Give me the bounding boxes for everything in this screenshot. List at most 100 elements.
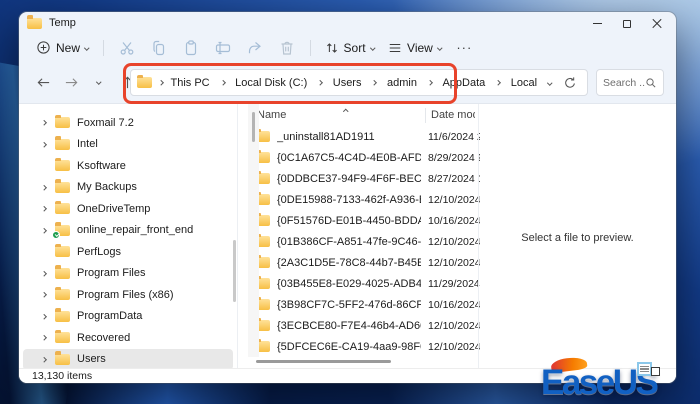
sidebar-folder-item[interactable]: Program Files xyxy=(23,263,233,285)
rename-button[interactable] xyxy=(208,37,238,59)
close-button[interactable] xyxy=(642,14,672,33)
file-row[interactable]: {3ECBCE80-F7E4-46b4-AD60-1C0B0E7DF... 12… xyxy=(238,315,480,336)
file-row[interactable]: {5DFCEC6E-CA19-4aa9-98F0-2D7ED8C9F... 12… xyxy=(238,336,480,357)
breadcrumb-segment[interactable]: This PC xyxy=(169,76,212,90)
folder-icon xyxy=(55,351,70,365)
sidebar-folder-item[interactable]: PerfLogs xyxy=(23,241,233,263)
search-box[interactable] xyxy=(596,69,664,96)
refresh-button[interactable] xyxy=(563,76,577,90)
folder-icon xyxy=(27,15,42,29)
expand-chevron-icon[interactable] xyxy=(41,292,47,298)
minimize-button[interactable] xyxy=(582,14,612,33)
sidebar-folder-item[interactable]: OneDriveTemp xyxy=(23,198,233,220)
address-input[interactable]: This PC Local Disk (C:) Users admin AppData L… xyxy=(130,69,588,96)
paste-button[interactable] xyxy=(176,37,206,59)
share-icon xyxy=(248,41,261,53)
copy-icon xyxy=(152,40,164,55)
maximize-button[interactable] xyxy=(612,14,642,33)
preview-message: Select a file to preview. xyxy=(521,232,634,244)
tab-temp[interactable]: Temp xyxy=(27,15,76,29)
file-date-modified: 8/29/2024 9 xyxy=(428,151,480,164)
expand-chevron-icon[interactable] xyxy=(41,141,47,147)
sidebar-folder-item[interactable]: Program Files (x86) xyxy=(23,284,233,306)
file-row[interactable]: {0DDBCE37-94F9-4F6F-BEC7-7446FFA626... 8… xyxy=(238,168,480,189)
tab-bar: Temp xyxy=(19,12,676,34)
recent-locations-button[interactable] xyxy=(86,69,112,95)
expand-chevron-icon[interactable] xyxy=(41,227,47,233)
breadcrumb-segment[interactable]: admin xyxy=(385,76,419,90)
expand-chevron-icon[interactable] xyxy=(41,356,47,362)
vertical-scrollbar[interactable] xyxy=(248,104,259,357)
file-name: {3ECBCE80-F7E4-46b4-AD60-1C0B0E7DF... xyxy=(277,319,421,332)
sidebar-item-label: Users xyxy=(77,353,106,366)
share-button[interactable] xyxy=(240,37,270,59)
breadcrumb-segment[interactable]: Local xyxy=(509,76,539,90)
breadcrumb-segment[interactable]: Local Disk (C:) xyxy=(233,76,309,90)
column-header-name[interactable]: Name xyxy=(257,109,286,121)
file-row[interactable]: {0DE15988-7133-462f-A936-B4B1AE355402} 1… xyxy=(238,189,480,210)
sidebar-folder-item[interactable]: Foxmail 7.2 xyxy=(23,112,233,134)
file-date-modified: 11/6/2024 2 xyxy=(428,130,480,143)
content-area: Foxmail 7.2 Intel Ksoftware My Backups O… xyxy=(19,104,676,368)
preview-pane: Select a file to preview. xyxy=(478,104,676,368)
sidebar-folder-item[interactable]: Recovered xyxy=(23,327,233,349)
expand-chevron-icon[interactable] xyxy=(41,335,47,341)
sidebar-folder-item[interactable]: online_repair_front_end xyxy=(23,220,233,242)
minimize-icon xyxy=(592,23,602,24)
file-row[interactable]: {0F51576D-E01B-4450-BDDA-E0A759772... 10… xyxy=(238,210,480,231)
column-divider[interactable] xyxy=(425,108,426,123)
breadcrumb-chevron-icon xyxy=(371,80,377,85)
file-name: {3B98CF7C-5FF2-476d-86CF-6A763B4D56... xyxy=(277,298,421,311)
file-date-modified: 10/16/2024 xyxy=(428,214,480,227)
sidebar-scrollbar[interactable] xyxy=(233,240,236,302)
file-row[interactable]: {2A3C1D5E-78C8-44b7-B45E-1631F63D5... 12… xyxy=(238,252,480,273)
file-date-modified: 11/29/2024 xyxy=(428,277,480,290)
file-row[interactable]: {3B98CF7C-5FF2-476d-86CF-6A763B4D56... 1… xyxy=(238,294,480,315)
sidebar-folder-item[interactable]: My Backups xyxy=(23,177,233,199)
folder-icon xyxy=(55,243,70,258)
file-name: {0F51576D-E01B-4450-BDDA-E0A759772... xyxy=(277,214,421,227)
address-dropdown-icon[interactable] xyxy=(546,80,552,85)
expand-chevron-icon[interactable] xyxy=(41,313,47,319)
sidebar-folder-item[interactable]: Intel xyxy=(23,134,233,156)
expand-chevron-icon[interactable] xyxy=(41,206,47,212)
column-header-date-modified[interactable]: Date modif xyxy=(431,109,475,121)
file-name: {2A3C1D5E-78C8-44b7-B45E-1631F63D5... xyxy=(277,256,421,269)
horizontal-scrollbar[interactable] xyxy=(256,360,391,363)
expand-chevron-icon[interactable] xyxy=(41,184,47,190)
sidebar-item-label: Intel xyxy=(77,138,98,151)
file-row[interactable]: {01B386CF-A851-47fe-9C46-58C8CC7A97... 1… xyxy=(238,231,480,252)
view-button[interactable]: View xyxy=(381,37,448,59)
file-row[interactable]: {03B455E8-E029-4025-ADB4-F9720EBAF8... 1… xyxy=(238,273,480,294)
file-date-modified: 12/10/2024 xyxy=(428,193,480,206)
expand-chevron-icon[interactable] xyxy=(41,270,47,276)
sidebar-item-label: online_repair_front_end xyxy=(77,224,194,237)
file-row[interactable]: _uninstall81AD1911 11/6/2024 2 xyxy=(238,126,480,147)
copy-button[interactable] xyxy=(144,37,174,59)
forward-button[interactable] xyxy=(58,69,84,95)
sort-button[interactable]: Sort xyxy=(318,37,382,59)
view-button-label: View xyxy=(407,40,433,55)
sidebar-folder-item[interactable]: Users xyxy=(23,348,233,368)
folder-icon xyxy=(55,136,70,150)
expand-chevron-icon[interactable] xyxy=(41,120,47,126)
file-row[interactable]: {0C1A67C5-4C4D-4E0B-AFDD-0999EB355... 8/… xyxy=(238,147,480,168)
search-input[interactable] xyxy=(603,76,645,89)
sidebar-item-label: Program Files (x86) xyxy=(77,288,174,301)
scrollbar-thumb[interactable] xyxy=(252,112,255,142)
sidebar-item-label: ProgramData xyxy=(77,310,143,323)
command-toolbar: New Sort View ··· xyxy=(19,34,676,61)
cut-button[interactable] xyxy=(112,37,142,59)
breadcrumb-segment[interactable]: Users xyxy=(331,76,364,90)
sidebar-folder-item[interactable]: Ksoftware xyxy=(23,155,233,177)
sidebar-folder-item[interactable]: ProgramData xyxy=(23,306,233,328)
breadcrumb-segment[interactable]: AppData xyxy=(440,76,487,90)
folder-icon xyxy=(55,286,70,301)
folder-icon xyxy=(52,222,70,239)
breadcrumb-chevron-icon xyxy=(317,80,323,85)
new-button[interactable]: New xyxy=(29,36,96,59)
more-options-button[interactable]: ··· xyxy=(448,40,480,55)
sidebar-item-label: My Backups xyxy=(77,181,137,194)
delete-button[interactable] xyxy=(272,37,302,59)
back-button[interactable] xyxy=(30,69,56,95)
